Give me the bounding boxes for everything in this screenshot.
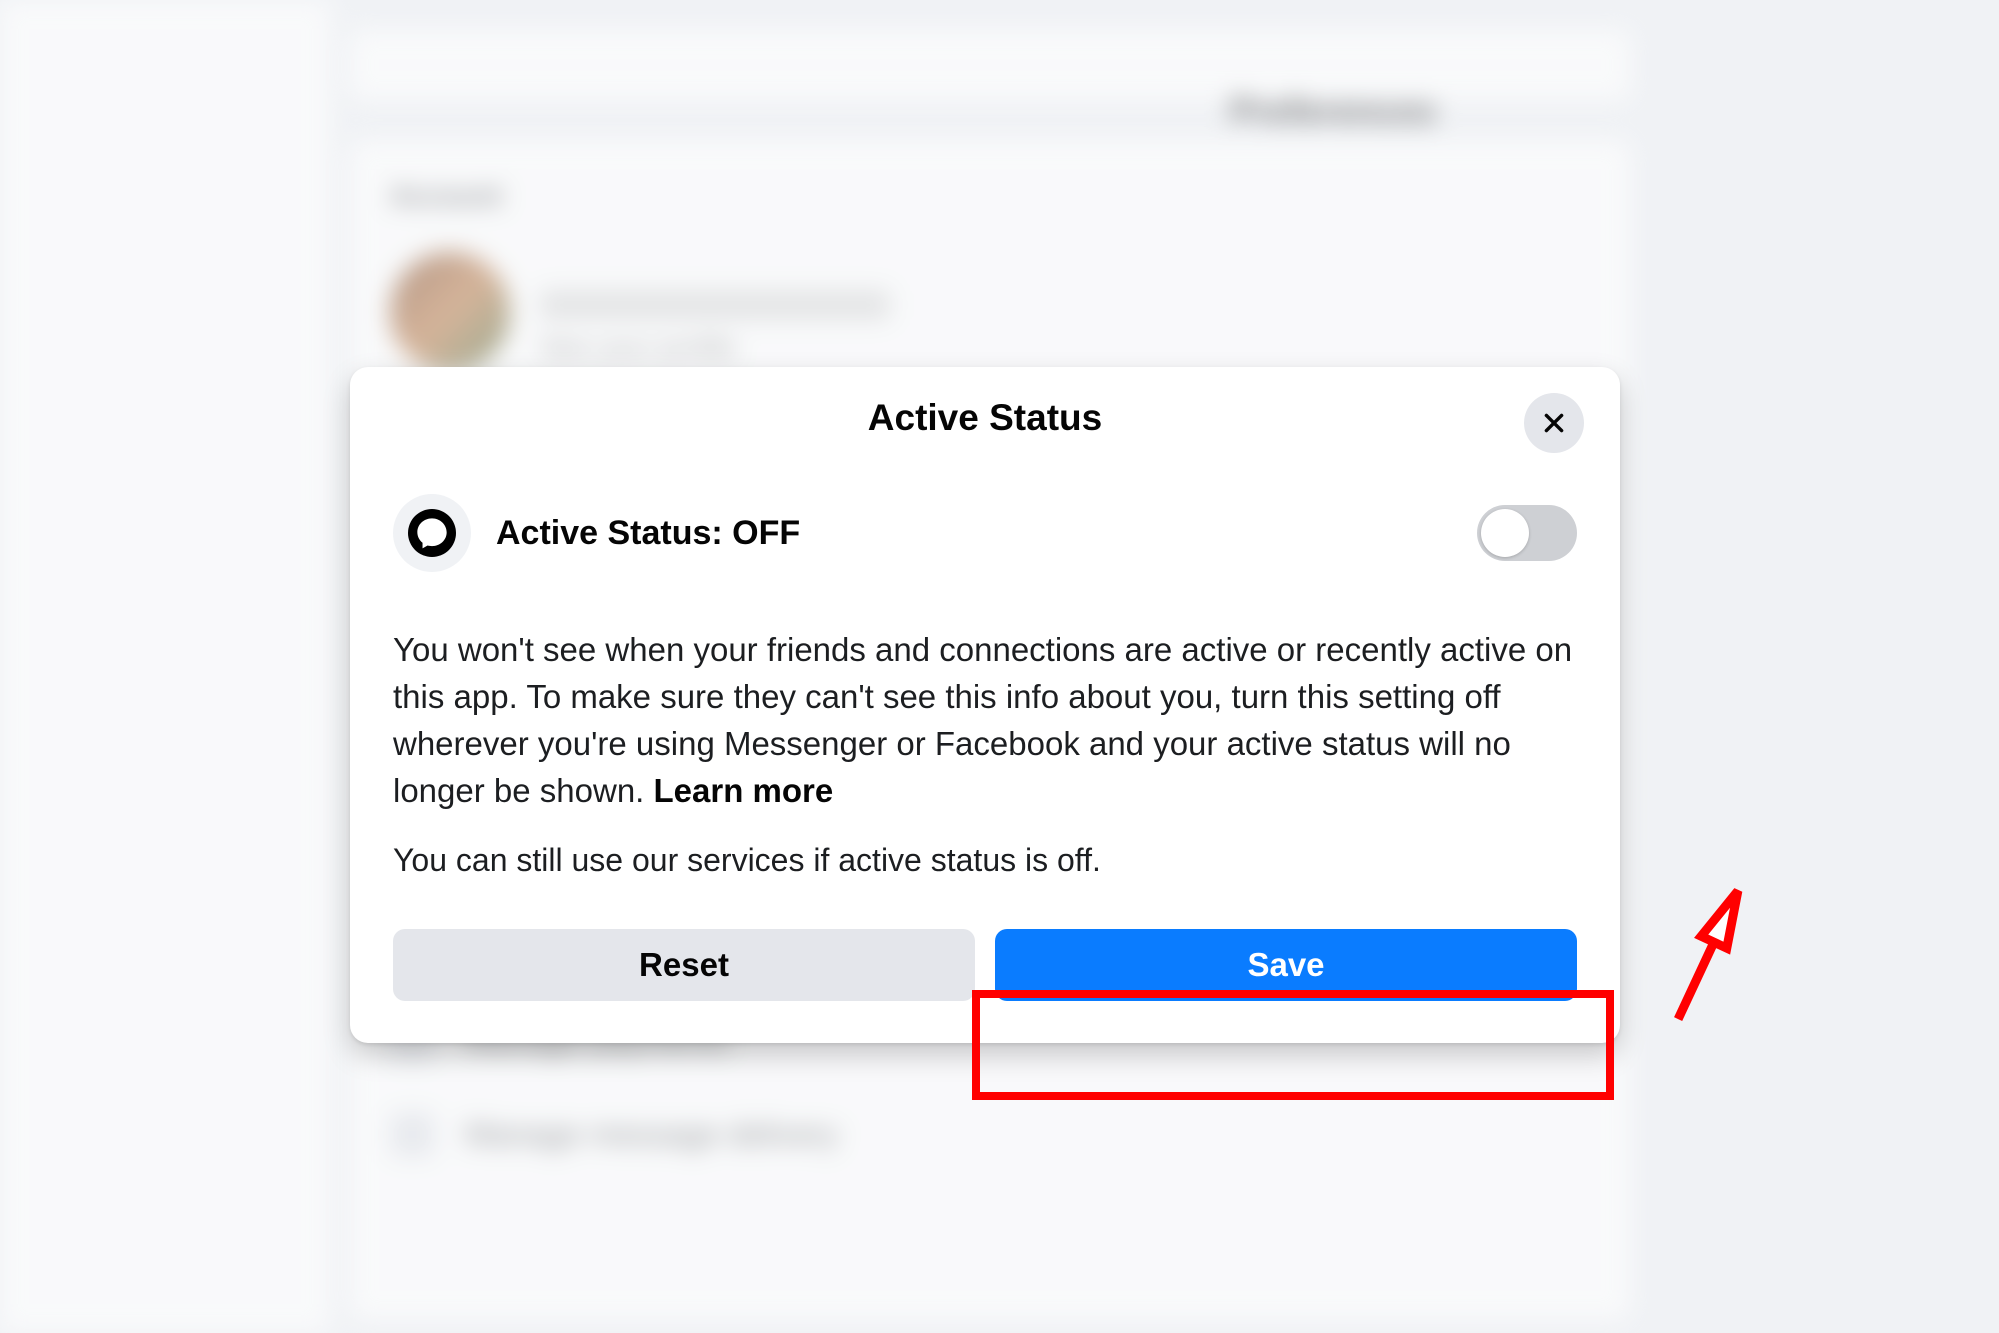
active-status-toggle[interactable] [1477,505,1577,561]
messenger-icon-wrap [393,494,471,572]
status-row: Active Status: OFF [388,494,1582,572]
bg-header: Preferences [350,30,1630,100]
reset-button[interactable]: Reset [393,929,975,1001]
messenger-icon [408,509,456,557]
bg-page-title: Preferences [1230,90,1436,132]
status-label: Active Status: OFF [496,514,1452,553]
modal-header: Active Status [388,397,1582,439]
bg-avatar [390,252,510,372]
button-row: Reset Save [388,929,1582,1001]
description-text: You won't see when your friends and conn… [393,631,1572,809]
toggle-knob [1481,509,1529,557]
close-button[interactable] [1524,393,1584,453]
sub-description-text: You can still use our services if active… [393,842,1101,878]
bg-delivery-label: Manage message delivery [465,1116,839,1153]
bg-section-label: Account [390,180,1590,212]
learn-more-link[interactable]: Learn more [654,772,834,809]
close-icon [1541,410,1567,436]
delivery-icon [390,1112,435,1157]
modal-title: Active Status [388,397,1582,439]
bg-username [540,290,890,320]
description: You won't see when your friends and conn… [388,627,1582,814]
active-status-modal: Active Status Active Status: OFF You won… [350,367,1620,1043]
bg-sidebar [0,0,330,1333]
bg-manage-delivery: Manage message delivery [390,1087,1590,1182]
sub-description: You can still use our services if active… [388,842,1582,879]
save-button[interactable]: Save [995,929,1577,1001]
bg-see-profile: See your profile [540,332,890,364]
